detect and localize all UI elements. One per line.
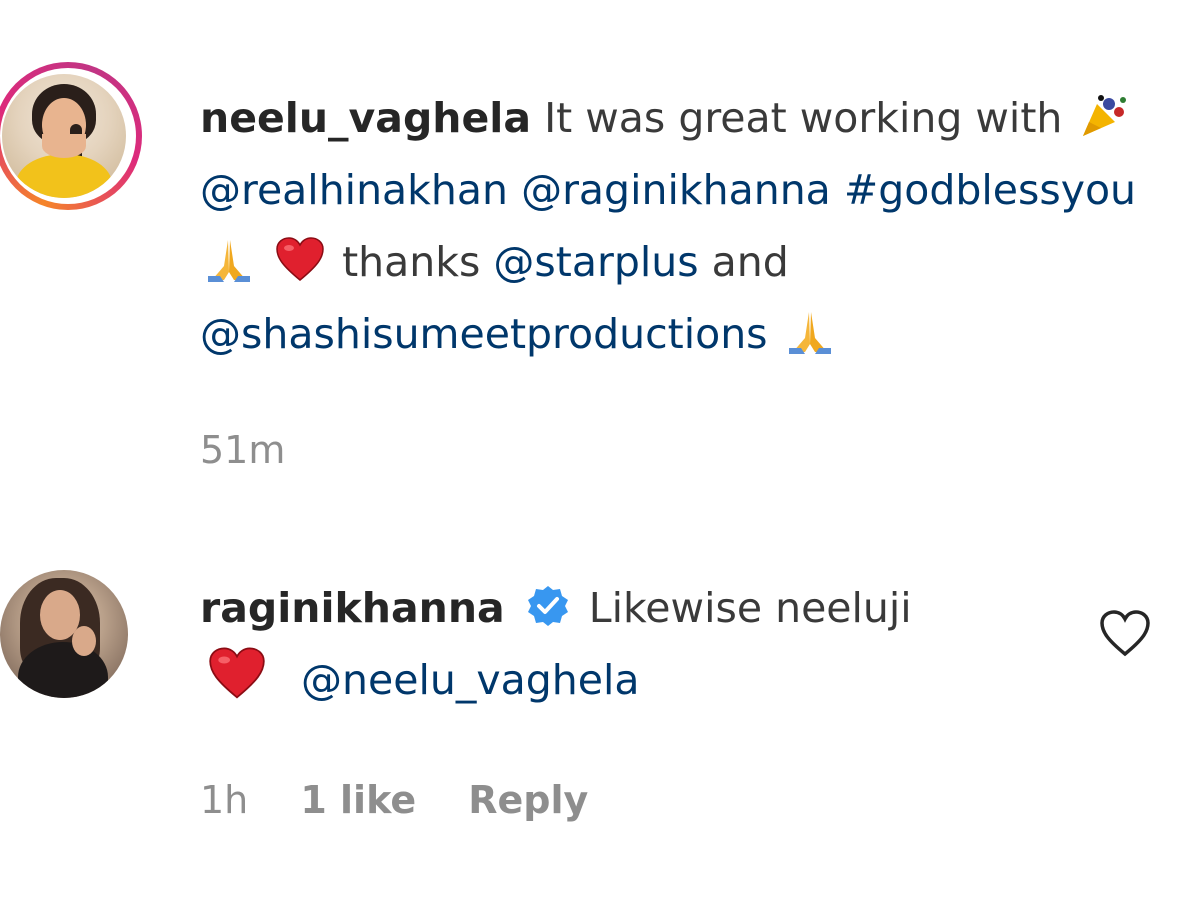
comment-username[interactable]: raginikhanna xyxy=(200,584,505,632)
avatar[interactable] xyxy=(2,74,126,198)
comment-text: raginikhanna Likewise neeluji @neelu_vag… xyxy=(200,572,1080,716)
folded-hands-icon xyxy=(788,312,831,354)
comment-body: It was great working with xyxy=(544,94,1063,142)
mention-link[interactable]: @neelu_vaghela xyxy=(301,656,639,704)
comment-body: and xyxy=(711,238,789,286)
comment-timestamp[interactable]: 1h xyxy=(200,778,248,822)
hashtag-link[interactable]: #godblessyou xyxy=(844,166,1136,214)
party-popper-icon xyxy=(1083,95,1127,136)
comment-meta: 51m xyxy=(200,428,325,472)
mention-link[interactable]: @shashisumeetproductions xyxy=(200,310,768,358)
comment-username[interactable]: neelu_vaghela xyxy=(200,94,531,142)
likes-count[interactable]: 1 like xyxy=(300,778,416,822)
red-heart-icon xyxy=(276,237,324,281)
mention-link[interactable]: @realhinakhan xyxy=(200,166,508,214)
mention-link[interactable]: @raginikhanna xyxy=(521,166,831,214)
reply-button[interactable]: Reply xyxy=(468,778,588,822)
folded-hands-icon xyxy=(208,240,250,282)
red-heart-icon xyxy=(209,647,265,699)
avatar-with-story-ring[interactable] xyxy=(0,58,144,218)
comment-body: thanks xyxy=(342,238,481,286)
mention-link[interactable]: @starplus xyxy=(493,238,698,286)
comment-timestamp[interactable]: 51m xyxy=(200,428,285,472)
avatar[interactable] xyxy=(0,570,128,698)
comment-text: neelu_vaghela It was great working with … xyxy=(200,82,1160,370)
comment-body: Likewise neeluji xyxy=(588,584,912,632)
comment-meta: 1h 1 like Reply xyxy=(200,778,628,822)
verified-badge-icon xyxy=(527,586,568,626)
like-heart-icon[interactable] xyxy=(1098,608,1152,658)
